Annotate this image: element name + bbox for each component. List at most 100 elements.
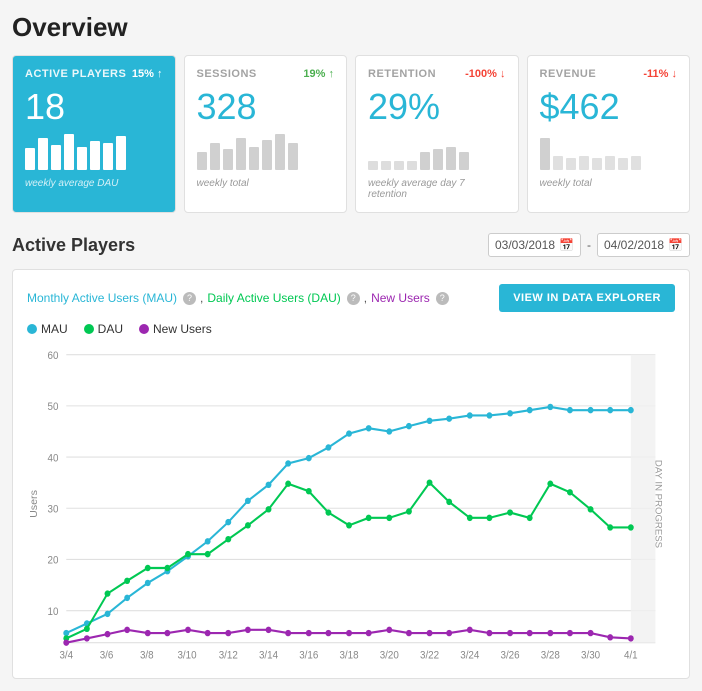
card-footer-sessions: weekly total: [197, 178, 335, 189]
svg-text:3/10: 3/10: [177, 650, 196, 661]
chart-legend-labels: Monthly Active Users (MAU) ? , Daily Act…: [27, 291, 449, 305]
mini-bars-retention: [368, 134, 506, 170]
mini-bar: [116, 136, 126, 170]
card-change-active: 15% ↑: [132, 68, 163, 80]
card-value-active: 18: [25, 86, 163, 128]
new-users-info-icon[interactable]: ?: [436, 292, 449, 305]
mini-bar: [540, 138, 550, 170]
svg-text:60: 60: [47, 351, 58, 362]
card-revenue: REVENUE -11% ↓ $462 weekly total: [527, 55, 691, 213]
card-footer-active: weekly average DAU: [25, 178, 163, 189]
mini-bar: [459, 152, 469, 170]
card-value-revenue: $462: [540, 86, 678, 128]
mini-bar: [394, 161, 404, 170]
svg-text:40: 40: [47, 453, 58, 464]
chart-legend-row: Monthly Active Users (MAU) ? , Daily Act…: [27, 284, 675, 312]
mau-line: [66, 407, 631, 633]
mini-bar: [631, 156, 641, 170]
svg-text:3/16: 3/16: [299, 650, 318, 661]
calendar-icon-end[interactable]: 📅: [668, 238, 683, 252]
card-footer-revenue: weekly total: [540, 178, 678, 189]
svg-text:10: 10: [47, 607, 58, 618]
mini-bars-revenue: [540, 134, 678, 170]
mini-bar: [433, 149, 443, 170]
mini-bar: [77, 147, 87, 170]
svg-text:3/6: 3/6: [100, 650, 114, 661]
mau-dot: [27, 324, 37, 334]
mini-bar: [381, 161, 391, 170]
card-change-revenue: -11% ↓: [643, 68, 677, 80]
card-value-sessions: 328: [197, 86, 335, 128]
dau-dot: [84, 324, 94, 334]
chart-area: 60 50 40 30 20 10 Users DAY IN PROGRESS: [27, 344, 675, 664]
new-users-label: New Users: [371, 291, 430, 305]
svg-text:3/4: 3/4: [59, 650, 73, 661]
svg-text:DAY IN PROGRESS: DAY IN PROGRESS: [653, 460, 663, 548]
svg-text:30: 30: [47, 504, 58, 515]
mini-bar: [288, 143, 298, 170]
mini-bar: [51, 145, 61, 170]
legend-new-users: New Users: [139, 322, 212, 336]
svg-text:3/26: 3/26: [500, 650, 519, 661]
card-change-retention: -100% ↓: [465, 68, 505, 80]
card-retention: RETENTION -100% ↓ 29% weekly average day…: [355, 55, 519, 213]
svg-text:3/12: 3/12: [219, 650, 238, 661]
mini-bar: [407, 161, 417, 170]
svg-text:3/30: 3/30: [581, 650, 600, 661]
date-range: 03/03/2018 📅 - 04/02/2018 📅: [488, 233, 690, 257]
mini-bar: [210, 143, 220, 170]
view-in-data-explorer-button[interactable]: VIEW IN DATA EXPLORER: [499, 284, 675, 312]
mini-bar: [90, 141, 100, 170]
mini-bar: [420, 152, 430, 170]
page-title: Overview: [12, 12, 690, 43]
svg-text:3/22: 3/22: [420, 650, 439, 661]
svg-text:3/14: 3/14: [259, 650, 278, 661]
section-title: Active Players: [12, 235, 135, 256]
mini-bar: [249, 147, 259, 170]
card-active-players: ACTIVE PLAYERS 15% ↑ 18 weekly average D…: [12, 55, 176, 213]
chart-container: Monthly Active Users (MAU) ? , Daily Act…: [12, 269, 690, 679]
svg-text:3/20: 3/20: [380, 650, 399, 661]
card-value-retention: 29%: [368, 86, 506, 128]
mau-info-icon[interactable]: ?: [183, 292, 196, 305]
mini-bar: [275, 134, 285, 170]
mini-bars-sessions: [197, 134, 335, 170]
chart-svg: 60 50 40 30 20 10 Users DAY IN PROGRESS: [27, 344, 675, 664]
svg-text:3/8: 3/8: [140, 650, 154, 661]
mini-bar: [25, 148, 35, 170]
date-end-input[interactable]: 04/02/2018 📅: [597, 233, 690, 257]
mini-bar: [197, 152, 207, 170]
card-sessions: SESSIONS 19% ↑ 328 weekly total: [184, 55, 348, 213]
mini-bar: [618, 158, 628, 170]
mini-bar: [236, 138, 246, 170]
mini-bar: [368, 161, 378, 170]
legend-mau: MAU: [27, 322, 68, 336]
svg-text:Users: Users: [29, 490, 40, 518]
cards-row: ACTIVE PLAYERS 15% ↑ 18 weekly average D…: [12, 55, 690, 213]
svg-text:3/24: 3/24: [460, 650, 479, 661]
mini-bar: [446, 147, 456, 170]
legend-dots-row: MAU DAU New Users: [27, 322, 675, 336]
mini-bar: [566, 158, 576, 170]
svg-text:50: 50: [47, 402, 58, 413]
section-header: Active Players 03/03/2018 📅 - 04/02/2018…: [12, 233, 690, 257]
svg-text:4/1: 4/1: [624, 650, 638, 661]
mini-bar: [103, 143, 113, 170]
svg-text:3/18: 3/18: [339, 650, 358, 661]
calendar-icon[interactable]: 📅: [559, 238, 574, 252]
mini-bar: [579, 156, 589, 170]
card-change-sessions: 19% ↑: [303, 68, 334, 80]
mini-bar: [38, 138, 48, 170]
mini-bar: [64, 134, 74, 170]
date-start-input[interactable]: 03/03/2018 📅: [488, 233, 581, 257]
dau-label: Daily Active Users (DAU): [207, 291, 340, 305]
mini-bar: [592, 158, 602, 170]
mini-bar: [605, 156, 615, 170]
mini-bars-active: [25, 134, 163, 170]
svg-text:3/28: 3/28: [541, 650, 560, 661]
dau-info-icon[interactable]: ?: [347, 292, 360, 305]
legend-dau: DAU: [84, 322, 123, 336]
mini-bar: [262, 140, 272, 170]
svg-text:20: 20: [47, 555, 58, 566]
card-footer-retention: weekly average day 7 retention: [368, 178, 506, 200]
